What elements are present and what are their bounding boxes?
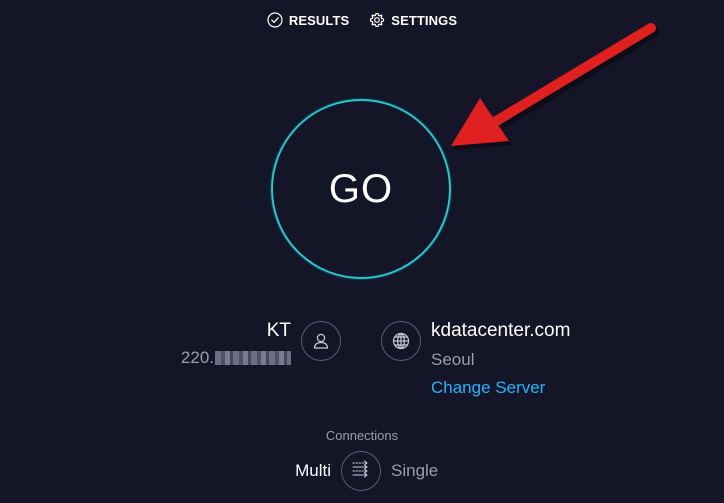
check-circle-icon <box>267 12 283 28</box>
server-host: kdatacenter.com <box>431 320 571 341</box>
isp-info: KT 220. <box>181 320 291 368</box>
ip-redaction <box>215 351 291 365</box>
user-icon <box>301 321 341 361</box>
settings-label: SETTINGS <box>391 12 458 28</box>
settings-nav-button[interactable]: SETTINGS <box>369 12 457 28</box>
connections-single-option[interactable]: Single <box>391 461 438 481</box>
connections-toggle[interactable] <box>341 451 381 491</box>
ip-prefix: 220. <box>180 348 214 367</box>
go-label: GO <box>328 166 394 211</box>
isp-name: KT <box>266 320 291 341</box>
isp-ip-address: 220. <box>181 348 291 368</box>
gear-icon <box>369 12 385 28</box>
server-info: kdatacenter.com Seoul Change Server <box>431 320 570 398</box>
server-city: Seoul <box>431 350 475 369</box>
go-button[interactable]: GO <box>271 99 451 279</box>
change-server-link[interactable]: Change Server <box>431 378 570 398</box>
connection-arrows-icon <box>350 459 372 484</box>
results-label: RESULTS <box>288 12 350 28</box>
globe-icon <box>381 321 421 361</box>
results-nav-button[interactable]: RESULTS <box>267 12 349 28</box>
speedtest-page: RESULTS SETTINGS GO KT 220. kdatacenter.… <box>0 0 724 503</box>
connections-label: Connections <box>325 428 399 443</box>
top-nav: RESULTS SETTINGS <box>0 12 724 28</box>
connections-multi-option[interactable]: Multi <box>295 461 331 481</box>
